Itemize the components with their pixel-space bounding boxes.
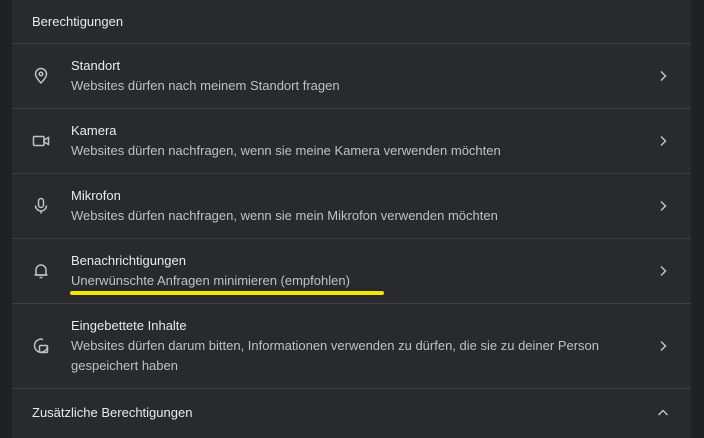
permission-title: Mikrofon: [71, 188, 121, 203]
highlight-underline: [70, 291, 384, 295]
permission-title: Kamera: [71, 123, 117, 138]
permission-row-location[interactable]: Standort Websites dürfen nach meinem Sta…: [12, 44, 691, 108]
chevron-right-icon: [657, 265, 669, 277]
section-title: Berechtigungen: [32, 14, 124, 29]
microphone-icon: [32, 197, 50, 215]
chevron-right-icon: [657, 200, 669, 212]
permission-description: Websites dürfen nach meinem Standort fra…: [71, 78, 340, 93]
chevron-up-icon: [657, 407, 669, 419]
permissions-panel: Berechtigungen Standort Websites dürfen …: [12, 0, 691, 438]
permission-title: Standort: [71, 58, 121, 73]
additional-permissions-label: Zusätzliche Berechtigungen: [32, 405, 193, 420]
additional-permissions-expander[interactable]: Zusätzliche Berechtigungen: [12, 389, 691, 438]
permission-description: Websites dürfen nachfragen, wenn sie mei…: [71, 208, 498, 223]
chevron-right-icon: [657, 70, 669, 82]
permission-row-camera[interactable]: Kamera Websites dürfen nachfragen, wenn …: [12, 109, 691, 173]
permission-title: Eingebettete Inhalte: [71, 318, 187, 333]
permission-description: Unerwünschte Anfragen minimieren (empfoh…: [71, 273, 350, 288]
chevron-right-icon: [657, 340, 669, 352]
camera-icon: [32, 132, 50, 150]
permission-description: Websites dürfen darum bitten, Informatio…: [71, 338, 600, 373]
bell-icon: [32, 262, 50, 280]
permission-row-embedded-content[interactable]: Eingebettete Inhalte Websites dürfen dar…: [12, 304, 691, 388]
permission-title: Benachrichtigungen: [71, 253, 186, 268]
chevron-right-icon: [657, 135, 669, 147]
permission-row-microphone[interactable]: Mikrofon Websites dürfen nachfragen, wen…: [12, 174, 691, 238]
location-pin-icon: [32, 67, 50, 85]
permission-description: Websites dürfen nachfragen, wenn sie mei…: [71, 143, 501, 158]
embedded-content-icon: [32, 337, 50, 355]
